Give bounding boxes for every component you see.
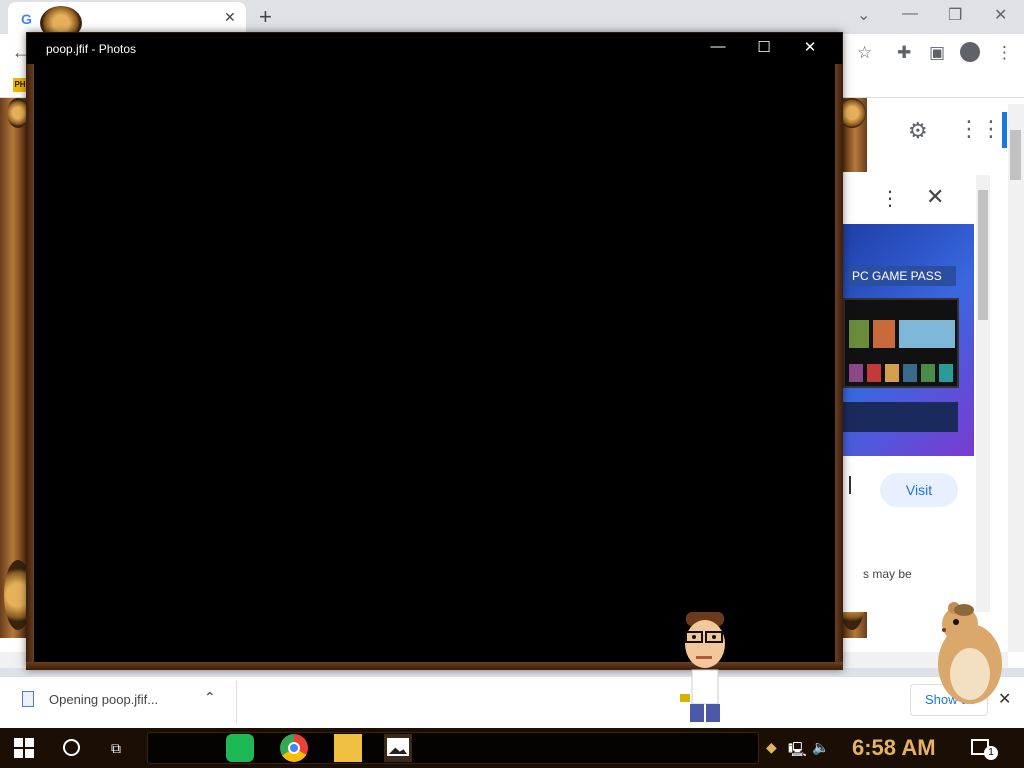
page-scrollbar-thumb[interactable] (1010, 130, 1021, 180)
chevron-up-icon[interactable]: ⌃ (204, 689, 216, 706)
tab-close-icon[interactable]: ✕ (224, 9, 236, 26)
ad-keyboard-graphic (843, 402, 958, 432)
menu-icon[interactable]: ⋮ (996, 43, 1013, 63)
ad-more-options-icon[interactable]: ⋮ (880, 186, 900, 211)
ad-footer-text: s may be (863, 567, 912, 581)
photos-close-button[interactable]: ✕ (798, 38, 822, 56)
steampunk-frame-left (0, 98, 28, 638)
desktop: G g h ✕ + ⌄ — ❐ ✕ ← ☆ ✚ ▣ ⋮ PH ⚙ ⋮⋮⋮ ⋮ ✕… (0, 0, 1024, 768)
tray-overflow-icon[interactable]: ◆ (766, 739, 777, 756)
bookmark-ph[interactable]: PH (13, 78, 27, 92)
photos-window[interactable] (26, 32, 843, 670)
photos-maximize-button[interactable]: ☐ (752, 38, 776, 56)
photos-app-icon[interactable] (384, 734, 412, 762)
text-cursor (849, 476, 851, 494)
ad-monitor-graphic (843, 298, 959, 388)
photos-window-title: poop.jfif - Photos (46, 42, 137, 56)
extensions-icon[interactable]: ✚ (897, 43, 911, 63)
spotify-icon[interactable] (226, 734, 254, 762)
page-scrollbar[interactable] (1008, 104, 1024, 652)
settings-gear-icon[interactable]: ⚙ (908, 118, 928, 144)
chrome-icon[interactable] (280, 734, 308, 762)
ad-brand-label: PC GAME PASS (848, 266, 956, 286)
file-icon (22, 691, 34, 707)
ad-visit-button[interactable]: Visit (880, 473, 958, 507)
photos-frame-left (26, 64, 34, 670)
cortana-search-icon[interactable] (63, 739, 80, 756)
window-restore-button[interactable]: ❐ (948, 5, 962, 25)
chrome-tab-strip: G g h ✕ + ⌄ — ❐ ✕ (0, 0, 1024, 34)
volume-muted-icon[interactable]: 🔈 (812, 739, 829, 756)
task-view-icon[interactable]: ⧉ (111, 740, 121, 757)
network-icon[interactable]: 🖳 (788, 739, 807, 763)
window-close-button[interactable]: ✕ (994, 5, 1007, 25)
divider (236, 681, 237, 723)
window-minimize-button[interactable]: — (902, 5, 918, 23)
google-favicon-icon: G (21, 11, 32, 27)
sign-in-accent (1002, 112, 1007, 148)
download-item-label[interactable]: Opening poop.jfif... (49, 692, 158, 707)
ad-close-icon[interactable]: ✕ (926, 184, 944, 210)
ad-scrollbar-thumb[interactable] (978, 190, 988, 320)
sidepanel-icon[interactable]: ▣ (929, 43, 945, 63)
photos-frame-right (835, 64, 843, 670)
hank-desktop-character[interactable] (676, 612, 732, 726)
star-icon[interactable]: ☆ (857, 43, 872, 63)
notification-count-badge: 1 (984, 746, 998, 760)
tab-search-icon[interactable]: ⌄ (857, 5, 870, 25)
taskbar-clock[interactable]: 6:58 AM (852, 735, 936, 761)
windows-taskbar: ⧉ ◆ 🖳 🔈 6:58 AM 1 (0, 728, 1024, 768)
windows-start-icon[interactable] (14, 738, 34, 758)
hamster-desktop-character[interactable] (930, 598, 1010, 706)
new-tab-button[interactable]: + (259, 4, 272, 30)
photos-minimize-button[interactable]: — (706, 38, 730, 55)
profile-icon[interactable] (960, 42, 980, 62)
download-bar: Opening poop.jfif... ⌃ Show all ✕ (0, 676, 1024, 728)
file-explorer-icon[interactable] (334, 734, 362, 762)
